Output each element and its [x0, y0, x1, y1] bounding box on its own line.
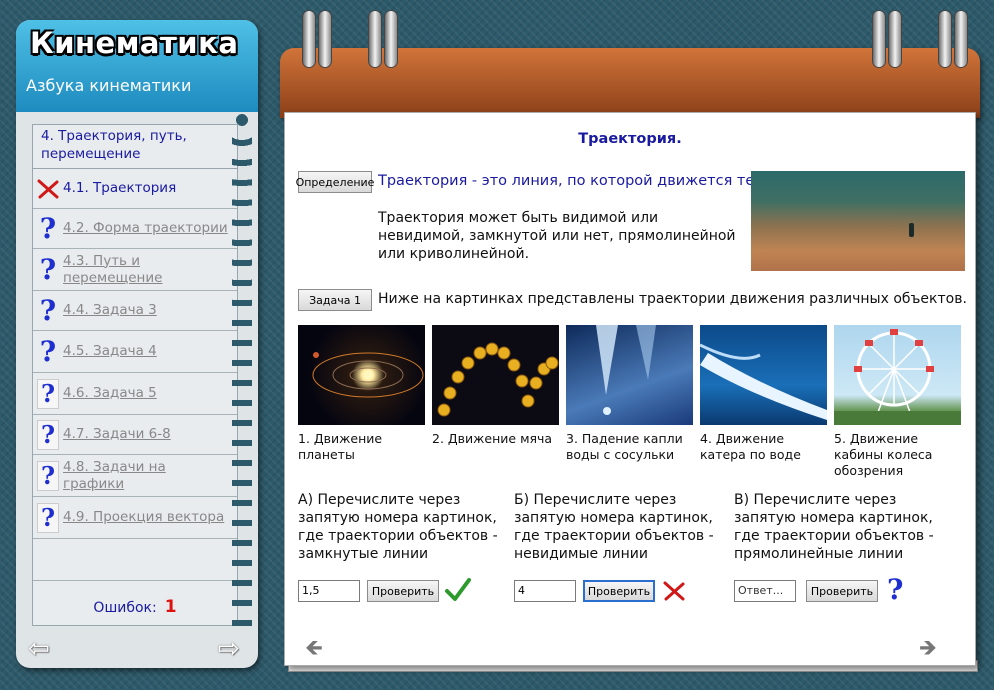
question-b-text: Б) Перечислите через запятую номера карт…: [514, 492, 714, 562]
lesson-sidebar: Кинематика Азбука кинематики 4. Траектор…: [16, 20, 258, 668]
blue-question-icon: ?: [39, 293, 57, 327]
blue-question-icon: ?: [39, 211, 57, 245]
menu-item-label: 4.4. Задача 3: [63, 302, 157, 318]
beach-footprints-image: [751, 171, 965, 271]
picture-caption-5: 5. Движение кабины колеса обозрения: [834, 431, 933, 478]
ferris-wheel-image: [834, 325, 961, 425]
picture-caption-2: 2. Движение мяча: [432, 431, 553, 446]
answer-a-input[interactable]: 1,5: [298, 580, 360, 602]
answer-b-input[interactable]: 4: [514, 580, 576, 602]
lesson-page: Траектория. Определение Траектория - это…: [284, 112, 976, 666]
menu-item-label: 4.6. Задача 5: [63, 385, 157, 401]
ball-motion-image: [432, 325, 559, 425]
menu-item-task-4[interactable]: ? 4.5. Задача 4: [33, 331, 237, 373]
errors-label: Ошибок:: [93, 600, 157, 616]
blue-question-icon: ?: [887, 573, 904, 606]
errors-count: 1: [164, 597, 177, 617]
blue-question-icon: ?: [37, 460, 59, 491]
menu-item-task-3[interactable]: ? 4.4. Задача 3: [33, 291, 237, 331]
boat-wake-image: [700, 325, 827, 425]
page-next-arrow-icon[interactable]: 🡺: [919, 631, 937, 669]
blue-question-icon: ?: [39, 334, 57, 368]
sidebar-header: Кинематика Азбука кинематики: [16, 20, 258, 112]
ring-icon: [872, 10, 886, 68]
menu-item-vector-projection[interactable]: ? 4.9. Проекция вектора: [33, 497, 237, 539]
menu-item-label: 4.5. Задача 4: [63, 343, 157, 359]
section-title: 4. Траектория, путь, перемещение: [33, 125, 237, 169]
picture-caption-4: 4. Движение катера по воде: [700, 431, 801, 462]
menu-item-label: 4.2. Форма траектории: [63, 220, 228, 236]
menu-item-tasks-6-8[interactable]: ? 4.7. Задачи 6-8: [33, 415, 237, 455]
ring-icon: [384, 10, 398, 68]
menu-item-label: 4.9. Проекция вектора: [63, 509, 225, 525]
error-counter: Ошибок: 1: [33, 597, 237, 617]
red-cross-icon: [662, 580, 686, 606]
check-a-button[interactable]: Проверить: [367, 580, 439, 602]
question-a-text: А) Перечислите через запятую номера карт…: [298, 492, 498, 562]
green-check-icon: [444, 577, 472, 607]
next-arrow-icon[interactable]: ⇨: [218, 634, 240, 664]
prev-arrow-icon[interactable]: ⇦: [28, 634, 50, 664]
menu-item-label: 4.8. Задачи на графики: [63, 458, 166, 492]
lesson-menu: 4. Траектория, путь, перемещение 4.1. Тр…: [32, 124, 238, 626]
person-figure-icon: [909, 223, 914, 237]
page-title: Траектория.: [578, 131, 682, 147]
definition-button[interactable]: Определение: [296, 171, 374, 193]
menu-item-trajectory-shape[interactable]: ? 4.2. Форма траектории: [33, 209, 237, 249]
menu-item-path-displacement[interactable]: ? 4.3. Путь и перемещение: [33, 249, 237, 291]
picture-caption-3: 3. Падение капли воды с сосульки: [566, 431, 683, 462]
blue-question-icon: ?: [37, 419, 59, 450]
definition-body: Траектория может быть видимой или невиди…: [378, 210, 736, 262]
picture-caption-1: 1. Движение планеты: [298, 431, 383, 462]
ring-icon: [954, 10, 968, 68]
panel-edge-decoration: [232, 110, 252, 630]
ring-icon: [302, 10, 316, 68]
ring-icon: [368, 10, 382, 68]
menu-empty-row: [33, 539, 237, 581]
blue-question-icon: ?: [37, 378, 59, 409]
menu-item-task-5[interactable]: ? 4.6. Задача 5: [33, 373, 237, 415]
answer-c-input[interactable]: Ответ...: [734, 580, 796, 602]
menu-item-graph-tasks[interactable]: ? 4.8. Задачи на графики: [33, 455, 237, 497]
task-text: Ниже на картинках представлены траектори…: [378, 291, 967, 307]
menu-item-trajectory[interactable]: 4.1. Траектория: [33, 169, 237, 209]
menu-item-label: 4.7. Задачи 6-8: [63, 426, 171, 442]
menu-item-label: 4.1. Траектория: [63, 180, 177, 196]
definition-text: Траектория - это линия, по которой движе…: [378, 173, 778, 189]
blue-question-icon: ?: [39, 252, 57, 286]
question-c-text: В) Перечислите через запятую номера карт…: [734, 492, 934, 562]
planet-motion-image: [298, 325, 425, 425]
app-subtitle: Азбука кинематики: [26, 76, 192, 95]
app-title: Кинематика: [30, 26, 239, 60]
icicle-drop-image: [566, 325, 693, 425]
page-prev-arrow-icon[interactable]: 🡸: [305, 631, 323, 669]
blue-question-icon: ?: [37, 502, 59, 533]
ring-icon: [938, 10, 952, 68]
check-b-button[interactable]: Проверить: [583, 580, 655, 602]
ring-icon: [318, 10, 332, 68]
menu-item-label: 4.3. Путь и перемещение: [63, 252, 163, 286]
ring-icon: [888, 10, 902, 68]
task-1-button[interactable]: Задача 1: [298, 289, 372, 311]
check-c-button[interactable]: Проверить: [806, 580, 878, 602]
red-cross-icon: [33, 179, 63, 199]
